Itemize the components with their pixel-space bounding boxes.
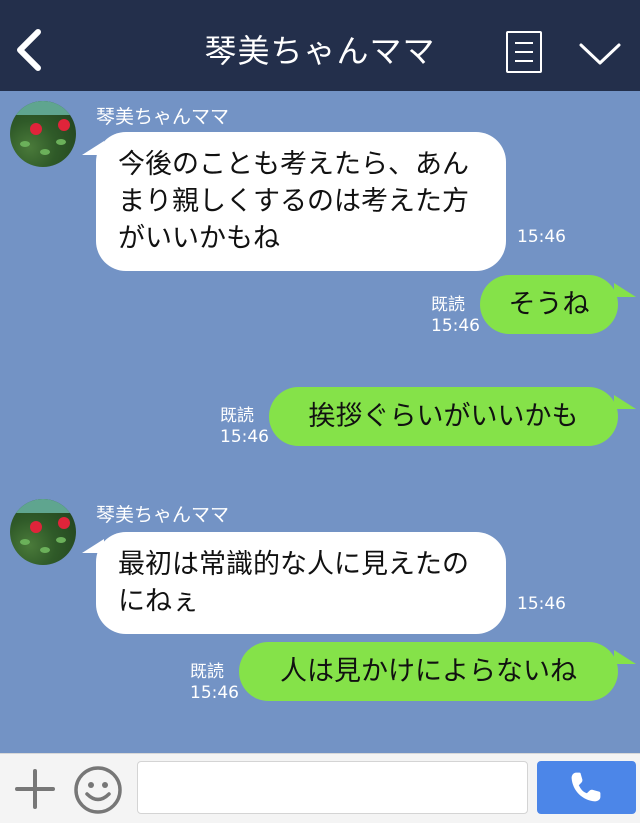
message-bubble[interactable]: 挨拶ぐらいがいいかも [269,387,618,446]
message-time: 15:46 [431,316,480,336]
message-time: 15:46 [517,594,566,614]
chat-area[interactable]: 琴美ちゃんママ 今後のことも考えたら、あんまり親しくするのは考えた方がいいかもね… [0,91,640,753]
bubble-tail [614,395,636,409]
chat-title: 琴美ちゃんママ [204,32,436,70]
message-bubble[interactable]: 今後のことも考えたら、あんまり親しくするのは考えた方がいいかもね [96,132,506,271]
call-button[interactable] [537,761,636,814]
message-time: 15:46 [517,227,566,247]
message-input[interactable] [137,761,528,814]
avatar[interactable] [10,499,76,565]
message-time: 15:46 [190,683,239,703]
message-time: 15:46 [220,427,269,447]
avatar[interactable] [10,101,76,167]
chevron-down-icon[interactable] [578,40,622,68]
message-bubble[interactable]: そうね [480,275,618,334]
sender-name: 琴美ちゃんママ [96,106,230,128]
input-bar [0,753,640,823]
message-meta: 既読 15:46 [190,662,239,704]
sender-name: 琴美ちゃんママ [96,504,230,526]
message-bubble[interactable]: 人は見かけによらないね [239,642,618,701]
phone-icon [571,772,601,802]
chat-header: 琴美ちゃんママ [0,0,640,91]
menu-list-icon[interactable] [506,31,542,73]
read-receipt: 既読 [431,295,465,315]
bubble-tail [614,283,636,297]
message-meta: 既読 15:46 [431,295,480,337]
message-bubble[interactable]: 最初は常識的な人に見えたのにねぇ [96,532,506,634]
message-meta: 既読 15:46 [220,406,269,448]
read-receipt: 既読 [190,662,224,682]
plus-icon[interactable] [14,768,56,810]
smiley-icon[interactable] [73,765,123,815]
read-receipt: 既読 [220,406,254,426]
bubble-tail [614,650,636,664]
